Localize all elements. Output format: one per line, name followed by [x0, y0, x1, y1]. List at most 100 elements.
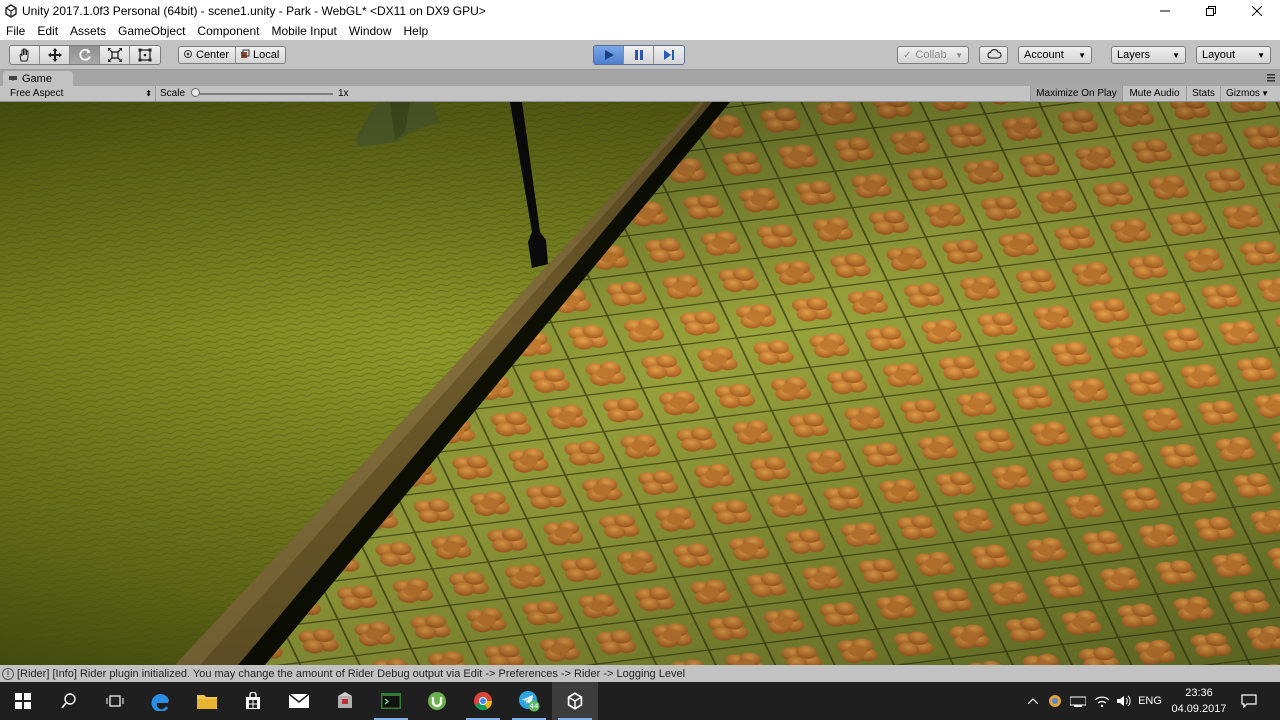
tray-network-device-icon[interactable]: [1068, 682, 1088, 720]
mail-icon[interactable]: [276, 682, 322, 720]
rotate-tool-icon[interactable]: [70, 46, 100, 64]
layers-label: Layers: [1117, 49, 1151, 61]
task-view-icon[interactable]: [92, 682, 138, 720]
pivot-local-button[interactable]: Local: [236, 47, 285, 63]
pivot-center-icon: [183, 49, 193, 62]
menu-mobile-input[interactable]: Mobile Input: [265, 24, 342, 38]
pivot-center-button[interactable]: Center: [179, 47, 237, 63]
restore-icon[interactable]: [1188, 0, 1234, 22]
language-indicator[interactable]: ENG: [1136, 682, 1164, 720]
transform-tools: [9, 45, 161, 65]
volume-icon[interactable]: [1114, 682, 1134, 720]
tab-menu-icon[interactable]: [1266, 72, 1276, 82]
chevron-down-icon: ▼: [1078, 50, 1086, 60]
scale-slider-track[interactable]: [195, 93, 333, 95]
maximize-on-play-label: Maximize On Play: [1036, 88, 1117, 99]
menu-bar: File Edit Assets GameObject Component Mo…: [0, 22, 1280, 40]
tray-app-icon[interactable]: [1046, 682, 1064, 720]
menu-assets[interactable]: Assets: [64, 24, 112, 38]
scale-tool-icon[interactable]: [100, 46, 130, 64]
clock-date: 04.09.2017: [1171, 703, 1227, 715]
account-label: Account: [1024, 49, 1064, 61]
tab-game-label: Game: [22, 72, 52, 85]
mute-audio-toggle[interactable]: Mute Audio: [1122, 86, 1186, 101]
search-icon[interactable]: [46, 682, 92, 720]
file-explorer-icon[interactable]: [184, 682, 230, 720]
menu-window[interactable]: Window: [343, 24, 398, 38]
collab-label: Collab: [915, 49, 947, 61]
edge-icon[interactable]: [138, 682, 184, 720]
game-viewport[interactable]: [0, 102, 1280, 665]
pivot-toggles: Center Local: [178, 46, 287, 64]
hand-tool-icon[interactable]: [10, 46, 40, 64]
notifications-icon[interactable]: [1234, 682, 1264, 720]
window-title-bar: Unity 2017.1.0f3 Personal (64bit) - scen…: [0, 0, 1280, 22]
menu-gameobject[interactable]: GameObject: [112, 24, 191, 38]
pivot-local-label: Local: [253, 49, 280, 61]
game-controller-icon: [8, 73, 18, 85]
cloud-icon: [986, 48, 1002, 62]
menu-help[interactable]: Help: [398, 24, 435, 38]
scene-render: [0, 102, 1280, 665]
clock-time: 23:36: [1185, 687, 1213, 699]
telegram-badge: 44: [530, 703, 539, 711]
pause-icon[interactable]: [624, 46, 654, 64]
scale-label: Scale: [160, 88, 186, 99]
layout-label: Layout: [1202, 49, 1236, 61]
cloud-button[interactable]: [979, 46, 1008, 64]
aspect-label: Free Aspect: [10, 88, 64, 99]
scale-slider-thumb[interactable]: [191, 88, 200, 97]
wifi-icon[interactable]: [1092, 682, 1112, 720]
tab-game[interactable]: Game: [3, 71, 73, 86]
aspect-dropdown[interactable]: Free Aspect ⬍: [0, 86, 156, 101]
chevron-up-icon[interactable]: [1024, 682, 1042, 720]
mute-audio-label: Mute Audio: [1129, 88, 1180, 99]
minimize-icon[interactable]: [1142, 0, 1188, 22]
menu-edit[interactable]: Edit: [31, 24, 64, 38]
close-icon[interactable]: [1234, 0, 1280, 22]
telegram-icon[interactable]: 44: [506, 682, 552, 720]
checkmark-icon: ✓: [903, 49, 912, 61]
language-label: ENG: [1138, 695, 1162, 707]
unity-logo-icon: [3, 3, 19, 19]
gizmos-toggle[interactable]: Gizmos ▼: [1220, 86, 1272, 101]
move-tool-icon[interactable]: [40, 46, 70, 64]
pivot-center-label: Center: [196, 49, 230, 61]
package-icon[interactable]: [322, 682, 368, 720]
maximize-on-play-toggle[interactable]: Maximize On Play: [1030, 86, 1122, 101]
utorrent-icon[interactable]: [414, 682, 460, 720]
console-status-bar[interactable]: ! [Rider] [Info] Rider plugin initialize…: [0, 665, 1280, 682]
chevron-down-icon: ▼: [1172, 50, 1180, 60]
game-view-toolbar: Free Aspect ⬍ Scale 1x Maximize On Play …: [0, 86, 1280, 102]
window-title: Unity 2017.1.0f3 Personal (64bit) - scen…: [22, 4, 486, 18]
stats-label: Stats: [1192, 88, 1215, 99]
chevron-down-icon: ▼: [1257, 50, 1265, 60]
account-dropdown[interactable]: Account ▼: [1018, 46, 1092, 64]
store-icon[interactable]: [230, 682, 276, 720]
playback-controls: [593, 45, 685, 65]
status-message: [Rider] [Info] Rider plugin initialized.…: [17, 667, 686, 680]
layout-dropdown[interactable]: Layout ▼: [1196, 46, 1271, 64]
stats-toggle[interactable]: Stats: [1186, 86, 1220, 101]
tab-bar: Game: [0, 70, 1280, 86]
unity-icon[interactable]: [552, 682, 598, 720]
collab-button[interactable]: ✓ Collab ▼: [897, 46, 969, 64]
chevron-down-icon: ▼: [1261, 89, 1269, 98]
scale-value: 1x: [338, 88, 349, 99]
menu-component[interactable]: Component: [191, 24, 265, 38]
menu-file[interactable]: File: [0, 24, 31, 38]
windows-taskbar: 44 ENG 23:36 04.09.2017: [0, 682, 1280, 720]
system-clock[interactable]: 23:36 04.09.2017: [1168, 685, 1230, 717]
main-toolbar: Center Local ✓ Collab ▼ Account ▼ Layers…: [0, 40, 1280, 70]
step-icon[interactable]: [654, 46, 684, 64]
layers-dropdown[interactable]: Layers ▼: [1111, 46, 1186, 64]
windows-start-icon[interactable]: [0, 682, 46, 720]
info-icon: !: [2, 667, 14, 680]
gizmos-label: Gizmos: [1226, 88, 1260, 99]
updown-arrow-icon: ⬍: [145, 89, 152, 98]
play-icon[interactable]: [594, 46, 624, 64]
chrome-icon[interactable]: [460, 682, 506, 720]
chevron-down-icon: ▼: [955, 50, 963, 60]
terminal-icon[interactable]: [368, 682, 414, 720]
rect-tool-icon[interactable]: [130, 46, 160, 64]
